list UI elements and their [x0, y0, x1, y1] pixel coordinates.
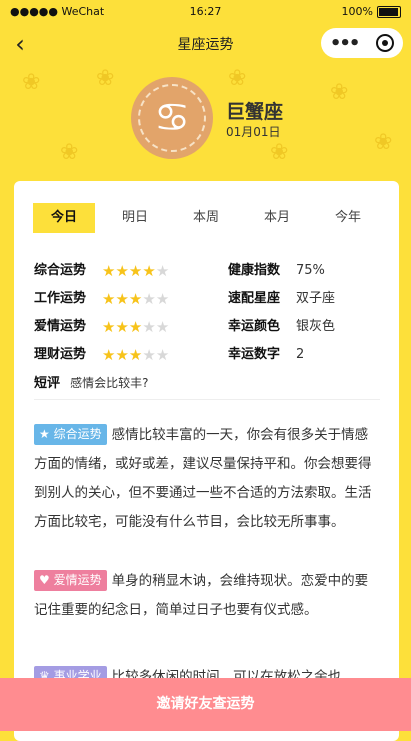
status-bar: ●●●●● WeChat 16:27 100% [0, 0, 411, 24]
paw-decoration-icon: ❀ [228, 66, 247, 91]
zodiac-avatar: ♋ [131, 77, 213, 159]
badge-label: 综合运势 [53, 427, 102, 441]
star-icon: ★ [39, 427, 50, 441]
tab-month[interactable]: 本月 [246, 203, 308, 233]
close-mini-program-icon[interactable] [376, 34, 395, 52]
tab-week[interactable]: 本周 [175, 203, 237, 233]
battery-percent: 100% [341, 5, 373, 18]
star-empty-icon: ★ [155, 262, 170, 280]
invite-friends-button[interactable]: 邀请好友查运势 [0, 678, 411, 731]
info-row: 幸运数字 2 [228, 345, 304, 365]
section-badge: ★ 综合运势 [34, 424, 107, 445]
star-empty-icon: ★ [155, 346, 170, 364]
nav-bar: ‹ 星座运势 ••• [0, 24, 411, 64]
info-label: 健康指数 [228, 263, 281, 278]
badge-label: 爱情运势 [53, 573, 102, 587]
short-comment-label: 短评 [34, 376, 61, 391]
info-value: 2 [296, 347, 305, 362]
star-filled-icon: ★ [115, 318, 129, 336]
paw-decoration-icon: ❀ [374, 130, 393, 155]
fortune-section-overall: ★ 综合运势 感情比较丰富的一天，你会有很多关于情感方面的情绪，或好或差，建议尽量… [34, 421, 380, 537]
star-filled-icon: ★ [128, 318, 143, 336]
paw-decoration-icon: ❀ [96, 66, 115, 91]
info-row: 速配星座 双子座 [228, 289, 335, 309]
cancer-zodiac-icon: ♋ [138, 84, 206, 152]
rating-row: 理财运势 ★★★★★ [34, 345, 169, 365]
info-row: 健康指数 75% [228, 261, 325, 281]
star-rating: ★★★★★ [102, 345, 169, 367]
star-empty-icon: ★ [155, 318, 170, 336]
info-row: 幸运颜色 银灰色 [228, 317, 335, 337]
star-rating: ★★★★★ [102, 289, 169, 311]
star-filled-icon: ★ [102, 290, 116, 308]
short-comment: 短评 感情会比较丰? [34, 372, 149, 391]
star-empty-icon: ★ [142, 346, 156, 364]
battery-icon [377, 5, 401, 18]
star-empty-icon: ★ [142, 318, 156, 336]
star-filled-icon: ★ [128, 262, 143, 280]
info-label: 幸运数字 [228, 347, 281, 362]
info-label: 速配星座 [228, 291, 281, 306]
rating-row: 工作运势 ★★★★★ [34, 289, 169, 309]
star-filled-icon: ★ [102, 318, 116, 336]
rating-label: 工作运势 [34, 291, 87, 306]
star-empty-icon: ★ [142, 290, 156, 308]
info-label: 幸运颜色 [228, 319, 281, 334]
star-filled-icon: ★ [128, 290, 143, 308]
rating-label: 综合运势 [34, 263, 87, 278]
rating-row: 综合运势 ★★★★★ [34, 261, 169, 281]
star-filled-icon: ★ [102, 262, 116, 280]
fortune-section-love: ♥ 爱情运势 单身的稍显木讷，会维持现状。恋爱中的要记住重要的纪念日，简单过日子也… [34, 567, 380, 625]
zodiac-name: 巨蟹座 [226, 101, 284, 123]
paw-decoration-icon: ❀ [60, 140, 79, 165]
rating-label: 爱情运势 [34, 319, 87, 334]
tab-today[interactable]: 今日 [33, 203, 95, 233]
star-rating: ★★★★★ [102, 261, 169, 283]
period-tabs: 今日 明日 本周 本月 今年 [33, 203, 379, 233]
paw-decoration-icon: ❀ [22, 70, 41, 95]
star-filled-icon: ★ [142, 262, 156, 280]
star-filled-icon: ★ [115, 262, 129, 280]
short-comment-value: 感情会比较丰? [70, 376, 149, 390]
zodiac-date: 01月01日 [226, 125, 281, 139]
star-filled-icon: ★ [128, 346, 143, 364]
more-menu-icon[interactable]: ••• [330, 33, 360, 54]
paw-decoration-icon: ❀ [270, 140, 289, 165]
star-filled-icon: ★ [115, 346, 129, 364]
section-badge: ♥ 爱情运势 [34, 570, 107, 591]
star-empty-icon: ★ [155, 290, 170, 308]
info-value: 银灰色 [296, 319, 336, 334]
mini-program-capsule: ••• [321, 28, 403, 58]
info-value: 双子座 [296, 291, 336, 306]
star-rating: ★★★★★ [102, 317, 169, 339]
star-filled-icon: ★ [102, 346, 116, 364]
paw-decoration-icon: ❀ [330, 80, 349, 105]
status-right: 100% [342, 5, 401, 18]
fortune-card: 今日 明日 本周 本月 今年 综合运势 ★★★★★ 工作运势 ★★★★★ 爱情运… [14, 181, 399, 741]
info-value: 75% [296, 263, 325, 278]
rating-row: 爱情运势 ★★★★★ [34, 317, 169, 337]
divider [34, 399, 380, 400]
rating-label: 理财运势 [34, 347, 87, 362]
star-filled-icon: ★ [115, 290, 129, 308]
heart-icon: ♥ [39, 573, 50, 587]
tab-tomorrow[interactable]: 明日 [104, 203, 166, 233]
tab-year[interactable]: 今年 [317, 203, 379, 233]
